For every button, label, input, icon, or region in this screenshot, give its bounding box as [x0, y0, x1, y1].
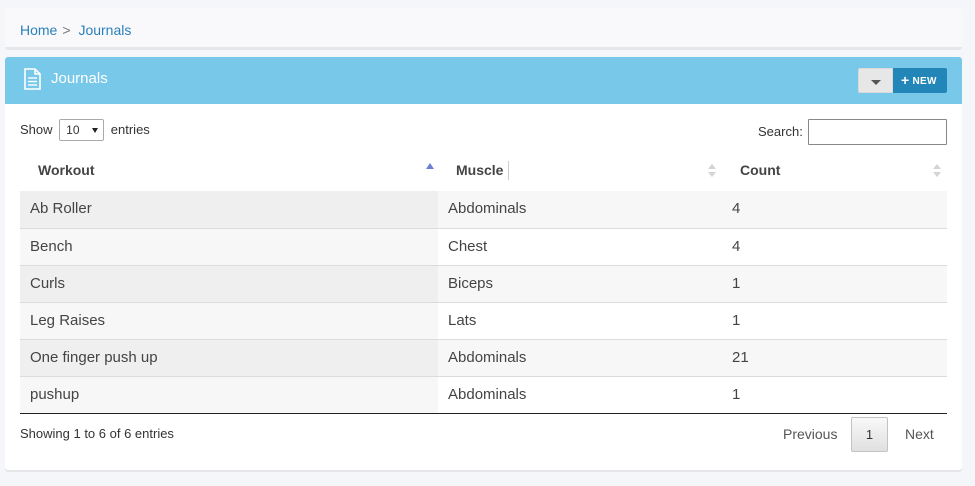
workout-cell: Leg Raises — [30, 312, 106, 329]
search-label: Search: — [758, 124, 803, 139]
count-cell: 4 — [732, 238, 741, 255]
column-header-workout[interactable]: Workout — [38, 153, 95, 191]
count-cell: 21 — [732, 349, 749, 366]
table-row[interactable]: Leg Raises Lats 1 — [20, 302, 947, 339]
table-row[interactable]: Ab Roller Abdominals 4 — [20, 191, 947, 228]
sorted-cell-bg — [20, 377, 438, 413]
table-row[interactable]: pushup Abdominals 1 — [20, 376, 947, 413]
document-icon — [24, 68, 41, 90]
table-row[interactable]: One finger push up Abdominals 21 — [20, 339, 947, 376]
table-body: Ab Roller Abdominals 4 Bench Chest 4 Cur… — [20, 191, 947, 414]
column-divider — [508, 161, 509, 180]
next-page-button[interactable]: Next — [905, 418, 934, 451]
caret-down-icon — [871, 80, 881, 85]
journals-panel: Journals + NEW Show 10 entries Search: Wo… — [5, 57, 962, 470]
table-row[interactable]: Curls Biceps 1 — [20, 265, 947, 302]
sort-both-icon — [708, 164, 716, 178]
entries-length-control: Show 10 entries — [20, 119, 150, 141]
sort-both-icon — [933, 164, 941, 178]
entries-per-page-select[interactable]: 10 — [59, 119, 105, 141]
table-info: Showing 1 to 6 of 6 entries — [20, 426, 174, 441]
select-arrow-icon — [92, 128, 99, 133]
sorted-cell-bg — [20, 229, 438, 265]
journals-table: Workout Muscle Count Ab Roller Abdominal… — [20, 153, 947, 414]
workout-cell: Bench — [30, 238, 73, 255]
workout-cell: One finger push up — [30, 349, 158, 366]
options-dropdown-button[interactable] — [858, 68, 893, 93]
workout-cell: Ab Roller — [30, 200, 92, 217]
column-header-count[interactable]: Count — [740, 153, 780, 191]
search-input[interactable] — [808, 119, 947, 145]
entries-per-page-value: 10 — [66, 123, 80, 137]
count-cell: 1 — [732, 386, 741, 403]
length-prefix: Show — [20, 122, 53, 137]
plus-icon: + — [901, 72, 910, 88]
panel-title: Journals — [51, 70, 108, 87]
panel-header: Journals + NEW — [5, 57, 962, 104]
sorted-cell-bg — [20, 266, 438, 302]
new-journal-button[interactable]: + NEW — [893, 68, 947, 93]
breadcrumb-home-link[interactable]: Home — [20, 22, 57, 38]
previous-page-button[interactable]: Previous — [783, 418, 837, 451]
breadcrumb: Home > Journals — [20, 22, 131, 38]
muscle-cell: Abdominals — [448, 386, 527, 403]
count-cell: 1 — [732, 312, 741, 329]
muscle-cell: Biceps — [448, 275, 494, 292]
breadcrumb-bar: Home > Journals — [5, 8, 962, 50]
workout-cell: pushup — [30, 386, 80, 403]
new-button-label: NEW — [912, 76, 937, 87]
count-cell: 4 — [732, 200, 741, 217]
length-suffix: entries — [110, 122, 150, 137]
table-header: Workout Muscle Count — [20, 153, 947, 191]
sort-ascending-icon — [426, 163, 434, 169]
muscle-cell: Chest — [448, 238, 488, 255]
workout-cell: Curls — [30, 275, 66, 292]
muscle-cell: Abdominals — [448, 349, 527, 366]
count-cell: 1 — [732, 275, 741, 292]
breadcrumb-separator: > — [62, 22, 71, 38]
muscle-cell: Lats — [448, 312, 477, 329]
column-header-muscle[interactable]: Muscle — [456, 153, 503, 191]
table-row[interactable]: Bench Chest 4 — [20, 228, 947, 265]
page-1-button[interactable]: 1 — [851, 417, 888, 452]
muscle-cell: Abdominals — [448, 200, 527, 217]
breadcrumb-journals-link[interactable]: Journals — [78, 22, 131, 38]
